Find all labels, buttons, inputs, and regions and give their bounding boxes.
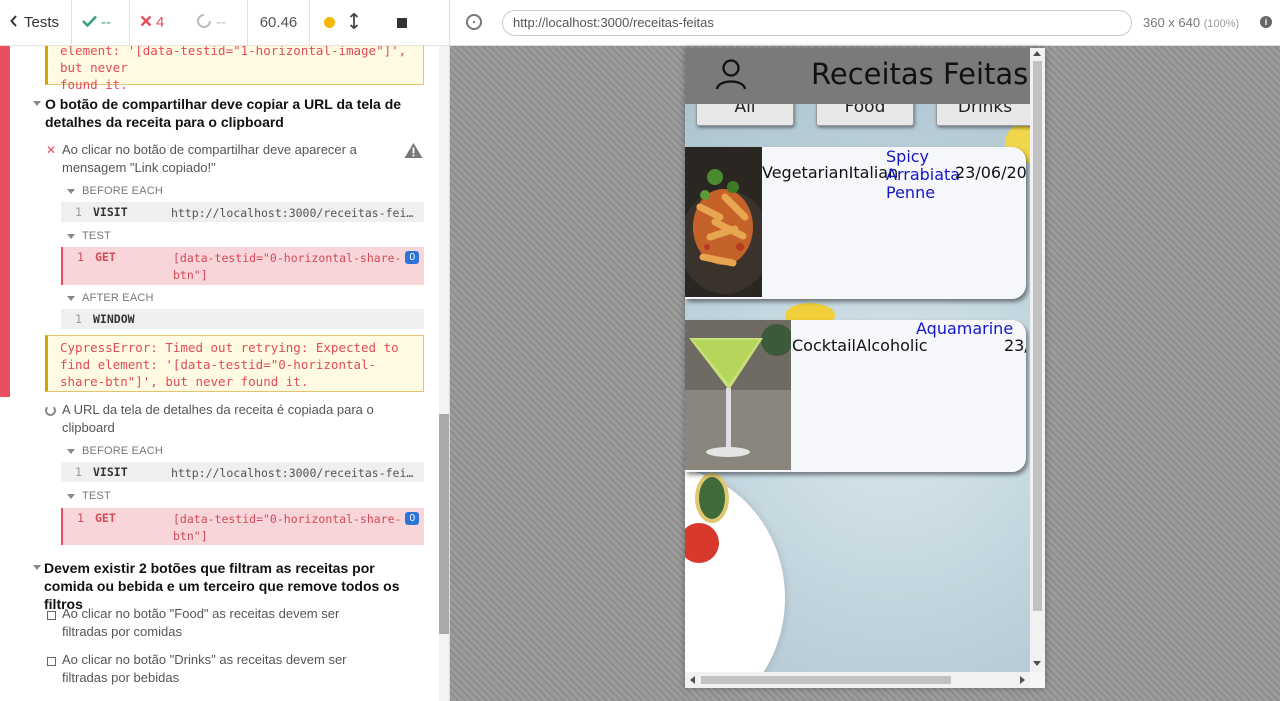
command-visit[interactable]: 1 VISIT http://localhost:3000/receitas-f… [61, 462, 424, 482]
app-vertical-scrollbar[interactable] [1030, 48, 1045, 672]
run-controls [310, 0, 449, 45]
scroll-up-icon[interactable] [1033, 51, 1041, 56]
x-icon [140, 14, 152, 31]
command-message: http://localhost:3000/receitas-feitas [171, 206, 417, 220]
scroll-down-icon[interactable] [1033, 661, 1041, 666]
viewport-info: 360 x 640 (100%) [1143, 15, 1239, 30]
scrollbar-thumb[interactable] [701, 676, 951, 684]
passed-stat: -- [72, 0, 130, 45]
recipe-done-date: 23/0 [1004, 336, 1026, 355]
command-name: GET [95, 511, 116, 525]
selector-playground-icon[interactable] [466, 14, 482, 30]
app-horizontal-scrollbar[interactable] [685, 672, 1030, 688]
error-line: element: '[data-testid="1-horizontal-ima… [60, 46, 407, 75]
command-message: http://localhost:3000/receitas-feitas [171, 466, 417, 480]
command-number: 1 [75, 465, 82, 479]
stop-icon[interactable] [397, 17, 407, 28]
scrollbar-thumb[interactable] [1033, 61, 1042, 611]
command-get-pending[interactable]: 1 GET [data-testid="0-horizontal-share-b… [61, 508, 424, 545]
recipe-category: CocktailAlcoholic [792, 336, 928, 355]
recipe-card: VegetarianItalian Spicy Arrabiata Penne … [685, 147, 1026, 299]
page-title: Receitas Feitas [811, 57, 1029, 91]
caret-down-icon[interactable] [67, 494, 75, 499]
command-message: [data-testid="0-horizontal-share-btn"] [173, 251, 402, 282]
chevron-left-icon [10, 14, 18, 31]
scroll-left-icon[interactable] [690, 676, 695, 684]
failed-stat: 4 [130, 0, 186, 45]
pending-circle-icon [196, 13, 212, 33]
url-bar[interactable]: http://localhost:3000/receitas-feitas [502, 10, 1132, 36]
info-icon[interactable]: i [1260, 16, 1272, 28]
auto-scroll-icon[interactable] [349, 12, 359, 33]
viewport-size: 360 x 640 [1143, 15, 1201, 30]
caret-down-icon[interactable] [67, 296, 75, 301]
element-count-badge: 0 [405, 251, 419, 264]
viewport-zoom: (100%) [1203, 18, 1240, 30]
recipe-name-link[interactable]: Spicy Arrabiata Penne [886, 148, 960, 202]
recipe-image[interactable] [685, 147, 762, 297]
command-number: 1 [75, 205, 82, 219]
aut-header: http://localhost:3000/receitas-feitas 36… [450, 0, 1280, 46]
recipe-card: CocktailAlcoholic Aquamarine 23/0 [685, 320, 1026, 472]
command-name: WINDOW [93, 312, 135, 326]
app-iframe: All Food Drinks Receitas Feitas Vegetari… [685, 48, 1045, 688]
caret-down-icon[interactable] [33, 101, 41, 106]
pending-square-icon [47, 657, 56, 666]
app-header: Receitas Feitas [685, 48, 1030, 104]
pending-square-icon [47, 611, 56, 620]
command-number: 1 [75, 312, 82, 326]
test-title[interactable]: A URL da tela de detalhes da receita é c… [62, 401, 382, 437]
command-name: VISIT [93, 205, 128, 219]
scroll-right-icon[interactable] [1020, 676, 1025, 684]
duration: 60.46 [248, 0, 310, 45]
test-title[interactable]: Ao clicar no botão "Food" as receitas de… [62, 605, 382, 641]
tests-button[interactable]: Tests [0, 0, 72, 45]
caret-down-icon[interactable] [67, 449, 75, 454]
command-number: 1 [77, 250, 84, 264]
cucumber-decoration [695, 473, 729, 523]
recipe-name-link[interactable]: Aquamarine [916, 320, 1013, 338]
command-log-panel: Tests -- 4 -- 60.46 element: '[data-test… [0, 0, 450, 701]
hook-after-each[interactable]: AFTER EACH [82, 292, 154, 304]
check-icon [82, 14, 97, 31]
hook-before-each[interactable]: BEFORE EACH [82, 445, 163, 457]
command-visit[interactable]: 1 VISIT http://localhost:3000/receitas-f… [61, 202, 424, 222]
warning-icon[interactable] [404, 142, 423, 162]
passed-count: -- [101, 14, 111, 31]
running-indicator-icon [324, 17, 335, 28]
command-name: GET [95, 250, 116, 264]
hook-before-each[interactable]: BEFORE EACH [82, 185, 163, 197]
hook-test[interactable]: TEST [82, 230, 111, 242]
command-number: 1 [77, 511, 84, 525]
caret-down-icon[interactable] [33, 565, 41, 570]
element-count-badge: 0 [405, 512, 419, 525]
app-under-test-panel: http://localhost:3000/receitas-feitas 36… [450, 0, 1280, 701]
command-message: [data-testid="0-horizontal-share-btn"] [173, 512, 402, 543]
command-name: VISIT [93, 465, 128, 479]
caret-down-icon[interactable] [67, 189, 75, 194]
error-message-box: element: '[data-testid="1-horizontal-ima… [45, 46, 424, 92]
recipe-done-date: 23/06/202 [955, 163, 1026, 182]
tests-label: Tests [24, 14, 60, 31]
reporter-header: Tests -- 4 -- 60.46 [0, 0, 449, 46]
pending-count: -- [216, 14, 226, 31]
test-title[interactable]: Ao clicar no botão de compartilhar deve … [62, 141, 382, 177]
error-line: found it. [60, 77, 128, 92]
error-message-box[interactable]: CypressError: Timed out retrying: Expect… [45, 335, 424, 392]
reporter-scrollbar-thumb[interactable] [439, 414, 449, 634]
failed-count: 4 [156, 14, 165, 31]
hook-test[interactable]: TEST [82, 490, 111, 502]
running-spinner-icon [45, 405, 56, 416]
failed-x-icon: ✕ [46, 143, 57, 157]
command-get-failed[interactable]: 1 GET [data-testid="0-horizontal-share-b… [61, 247, 424, 285]
suite-title[interactable]: O botão de compartilhar deve copiar a UR… [45, 95, 425, 131]
test-title[interactable]: Ao clicar no botão "Drinks" as receitas … [62, 651, 382, 687]
recipe-image[interactable] [685, 320, 791, 470]
caret-down-icon[interactable] [67, 234, 75, 239]
profile-icon[interactable] [715, 58, 747, 95]
recipe-category: VegetarianItalian [762, 163, 899, 182]
pending-stat: -- [186, 0, 248, 45]
runnables-list: element: '[data-testid="1-horizontal-ima… [0, 46, 438, 701]
command-window[interactable]: 1 WINDOW [61, 309, 424, 329]
